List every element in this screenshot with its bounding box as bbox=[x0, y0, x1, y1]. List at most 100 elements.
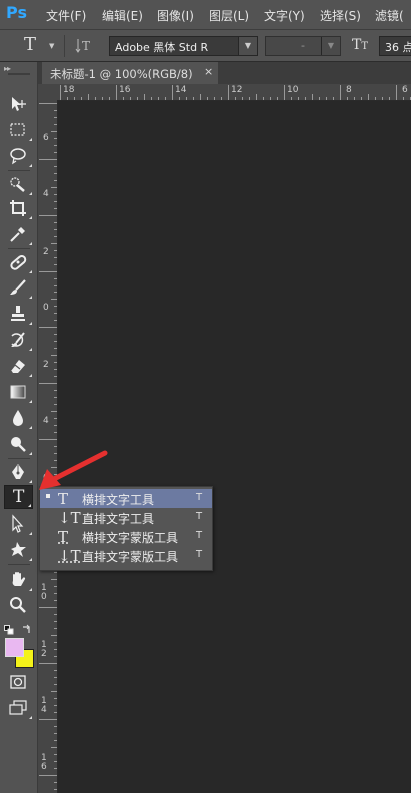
ruler-label: 0 bbox=[43, 303, 49, 313]
foreground-color-swatch[interactable] bbox=[5, 638, 24, 657]
ruler-tick bbox=[193, 97, 194, 100]
menu-filter[interactable]: 滤镜( bbox=[375, 7, 404, 24]
quick-mask-button[interactable] bbox=[4, 670, 33, 694]
chevron-down-icon[interactable]: ▼ bbox=[321, 37, 340, 55]
ruler-tick bbox=[54, 285, 57, 286]
chevron-down-icon[interactable]: ▼ bbox=[238, 37, 257, 55]
vertical-ruler[interactable]: 6 4 2 0 2 4 6 8 1 0 1 2 1 4 1 6 bbox=[38, 100, 58, 793]
ruler-label: 2 bbox=[43, 247, 49, 257]
font-size-field[interactable]: 36 点 bbox=[379, 36, 411, 56]
menu-file[interactable]: 文件(F) bbox=[46, 7, 86, 24]
swap-colors-icon[interactable] bbox=[22, 619, 32, 638]
ruler-tick bbox=[54, 705, 57, 706]
vertical-type-mask-icon: ↓T bbox=[58, 547, 81, 565]
default-colors-icon[interactable] bbox=[4, 620, 14, 639]
brush-tool[interactable] bbox=[4, 276, 33, 300]
healing-brush-tool[interactable] bbox=[4, 250, 33, 274]
options-bar: T ▼ T Adobe 黑体 Std R ▼ - ▼ TT 36 点 bbox=[0, 30, 411, 62]
ruler-tick bbox=[54, 341, 57, 342]
vertical-type-mask-tool-item[interactable]: ↓T 直排文字蒙版工具 T bbox=[40, 546, 212, 565]
ruler-tick bbox=[249, 97, 250, 100]
menu-select[interactable]: 选择(S) bbox=[320, 7, 361, 24]
ruler-tick bbox=[54, 173, 57, 174]
ruler-tick bbox=[298, 97, 299, 100]
quick-selection-icon bbox=[10, 177, 25, 192]
ruler-tick bbox=[54, 733, 57, 734]
ruler-label: 1 4 bbox=[41, 696, 47, 715]
lasso-icon bbox=[10, 148, 26, 165]
lasso-tool[interactable] bbox=[4, 144, 33, 168]
type-tool[interactable]: T bbox=[4, 485, 33, 509]
menu-layer[interactable]: 图层(L) bbox=[209, 7, 249, 24]
ruler-tick bbox=[54, 117, 57, 118]
document-tab[interactable]: 未标题-1 @ 100%(RGB/8) × bbox=[42, 62, 218, 84]
path-selection-icon bbox=[12, 514, 24, 533]
marquee-icon bbox=[10, 123, 25, 136]
ruler-tick bbox=[403, 97, 404, 100]
ruler-tick bbox=[54, 628, 57, 629]
ruler-tick bbox=[54, 208, 57, 209]
zoom-tool[interactable] bbox=[4, 593, 33, 617]
ruler-tick bbox=[54, 292, 57, 293]
path-selection-tool[interactable] bbox=[4, 512, 33, 536]
clone-stamp-tool[interactable] bbox=[4, 302, 33, 326]
ruler-tick bbox=[54, 152, 57, 153]
shortcut-key: T bbox=[196, 492, 203, 503]
menu-image[interactable]: 图像(I) bbox=[157, 7, 194, 24]
ruler-tick bbox=[54, 145, 57, 146]
tool-preset-picker[interactable]: T bbox=[24, 34, 36, 55]
ruler-tick bbox=[81, 97, 82, 100]
horizontal-type-mask-tool-item[interactable]: T 横排文字蒙版工具 T bbox=[40, 527, 212, 546]
ruler-tick bbox=[54, 124, 57, 125]
ruler-tick bbox=[51, 243, 57, 244]
screen-mode-icon bbox=[9, 700, 27, 715]
text-orientation-toggle-icon[interactable]: T bbox=[75, 37, 93, 59]
vertical-type-tool-item[interactable]: ↓T 直排文字工具 T bbox=[40, 508, 212, 527]
ruler-tick bbox=[354, 97, 355, 100]
chevron-down-icon[interactable]: ▼ bbox=[49, 42, 54, 50]
type-icon: T bbox=[13, 487, 25, 507]
close-icon[interactable]: × bbox=[204, 65, 213, 78]
custom-shape-tool[interactable] bbox=[4, 538, 33, 562]
menu-type[interactable]: 文字(Y) bbox=[264, 7, 305, 24]
font-family-select[interactable]: Adobe 黑体 Std R ▼ bbox=[109, 36, 258, 56]
ruler-tick bbox=[396, 85, 397, 100]
ruler-tick bbox=[51, 187, 57, 188]
dodge-tool[interactable] bbox=[4, 432, 33, 456]
ruler-origin[interactable] bbox=[38, 84, 59, 101]
horizontal-ruler[interactable]: 18 16 14 12 10 8 6 bbox=[58, 84, 411, 101]
screen-mode-button[interactable] bbox=[4, 696, 33, 720]
hand-tool[interactable] bbox=[4, 568, 33, 592]
gradient-tool[interactable] bbox=[4, 380, 33, 404]
font-style-select[interactable]: - ▼ bbox=[265, 36, 341, 56]
panel-collapse-icon[interactable]: ▸▸ bbox=[4, 64, 11, 73]
ruler-label: 10 bbox=[287, 85, 299, 95]
ruler-tick bbox=[54, 320, 57, 321]
crop-tool[interactable] bbox=[4, 196, 33, 220]
ruler-tick bbox=[54, 698, 57, 699]
menu-edit[interactable]: 编辑(E) bbox=[102, 7, 143, 24]
ruler-label: 2 bbox=[43, 360, 49, 370]
ruler-tick bbox=[54, 712, 57, 713]
ruler-tick bbox=[326, 97, 327, 100]
font-size-icon: TT bbox=[352, 37, 369, 53]
ruler-tick bbox=[319, 97, 320, 100]
divider bbox=[8, 564, 30, 565]
annotation-arrow bbox=[39, 450, 108, 490]
zoom-icon bbox=[10, 597, 26, 613]
ruler-label: 4 bbox=[43, 416, 49, 426]
blur-tool[interactable] bbox=[4, 406, 33, 430]
history-brush-tool[interactable] bbox=[4, 328, 33, 352]
marquee-tool[interactable] bbox=[4, 118, 33, 142]
svg-text:T: T bbox=[82, 39, 90, 53]
move-tool[interactable] bbox=[4, 92, 33, 116]
ruler-tick bbox=[54, 362, 57, 363]
document-canvas[interactable] bbox=[58, 101, 411, 793]
panel-grip[interactable] bbox=[8, 73, 30, 75]
eraser-tool[interactable] bbox=[4, 354, 33, 378]
ruler-label: 14 bbox=[175, 85, 187, 95]
eyedropper-tool[interactable] bbox=[4, 222, 33, 246]
ruler-label: 12 bbox=[231, 85, 243, 95]
quick-selection-tool[interactable] bbox=[4, 172, 33, 196]
pen-tool[interactable] bbox=[4, 460, 33, 484]
